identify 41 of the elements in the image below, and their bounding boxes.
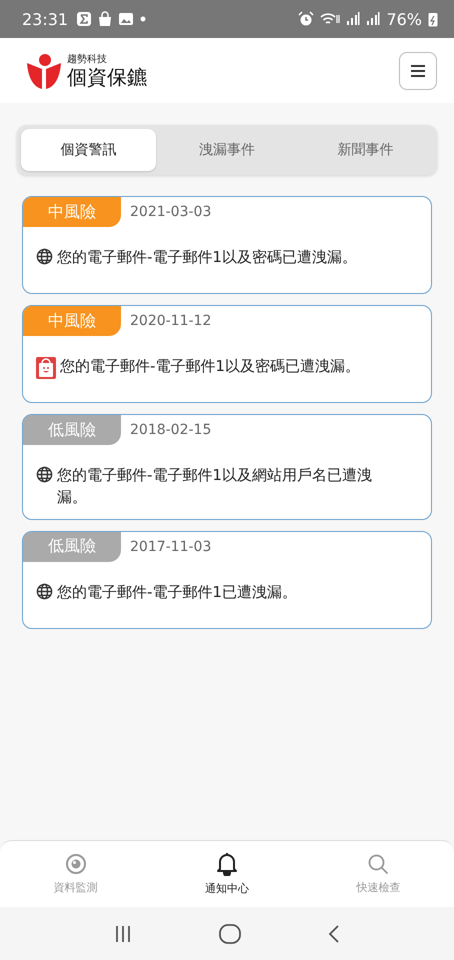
alert-date: 2017-11-03 xyxy=(130,538,212,554)
shopping-bag-icon xyxy=(98,11,112,27)
signal-icon xyxy=(346,12,360,26)
app-name: 個資保鑣 xyxy=(67,66,147,86)
tab[interactable]: 洩漏事件 xyxy=(160,129,294,171)
risk-badge: 低風險 xyxy=(23,532,121,562)
shield-logo-icon xyxy=(25,52,63,88)
status-time: 23:31 xyxy=(22,10,68,28)
eye-icon xyxy=(64,853,87,875)
alert-message: 您的電子郵件-電子郵件1以及網站用戶名已遭洩漏。 xyxy=(57,465,373,508)
battery-icon xyxy=(428,11,438,27)
signal-icon xyxy=(366,12,380,26)
alert-card[interactable]: 中風險 2020-11-12 您的電子郵件-電子郵件1以及密碼已遭洩漏。 xyxy=(22,305,432,403)
dot-icon xyxy=(140,16,146,22)
alert-date: 2021-03-03 xyxy=(130,204,212,220)
company-name: 趨勢科技 xyxy=(67,54,108,64)
alert-message: 您的電子郵件-電子郵件1以及密碼已遭洩漏。 xyxy=(57,247,357,268)
alert-message: 您的電子郵件-電子郵件1以及密碼已遭洩漏。 xyxy=(60,356,360,377)
menu-icon xyxy=(411,64,425,76)
menu-button[interactable] xyxy=(399,52,437,90)
alarm-icon xyxy=(298,11,314,27)
bell-icon xyxy=(216,852,238,876)
alert-message: 您的電子郵件-電子郵件1已遭洩漏。 xyxy=(57,582,297,602)
image-icon xyxy=(118,11,134,27)
tab[interactable]: 個資警訊 xyxy=(21,129,156,171)
risk-badge: 低風險 xyxy=(23,415,121,445)
battery-level: 76% xyxy=(386,10,422,28)
app-notification-icon xyxy=(76,11,92,27)
risk-badge: 中風險 xyxy=(23,197,121,227)
nav-tab[interactable]: 通知中心 xyxy=(151,841,303,907)
alert-card[interactable]: 低風險 2018-02-15 您的電子郵件-電子郵件1以及網站用戶名已遭洩漏。 xyxy=(22,414,432,520)
tab[interactable]: 新聞事件 xyxy=(298,129,434,171)
alert-card[interactable]: 中風險 2021-03-03 您的電子郵件-電子郵件1以及密碼已遭洩漏。 xyxy=(22,196,432,294)
home-icon[interactable] xyxy=(218,924,241,944)
risk-badge: 中風險 xyxy=(23,306,121,336)
recent-apps-icon[interactable] xyxy=(114,924,132,942)
alert-date: 2018-02-15 xyxy=(130,422,212,438)
back-icon[interactable] xyxy=(328,924,340,944)
alert-date: 2020-11-12 xyxy=(130,313,212,329)
search-icon xyxy=(367,853,390,875)
alert-card[interactable]: 低風險 2017-11-03 您的電子郵件-電子郵件1已遭洩漏。 xyxy=(22,530,432,628)
